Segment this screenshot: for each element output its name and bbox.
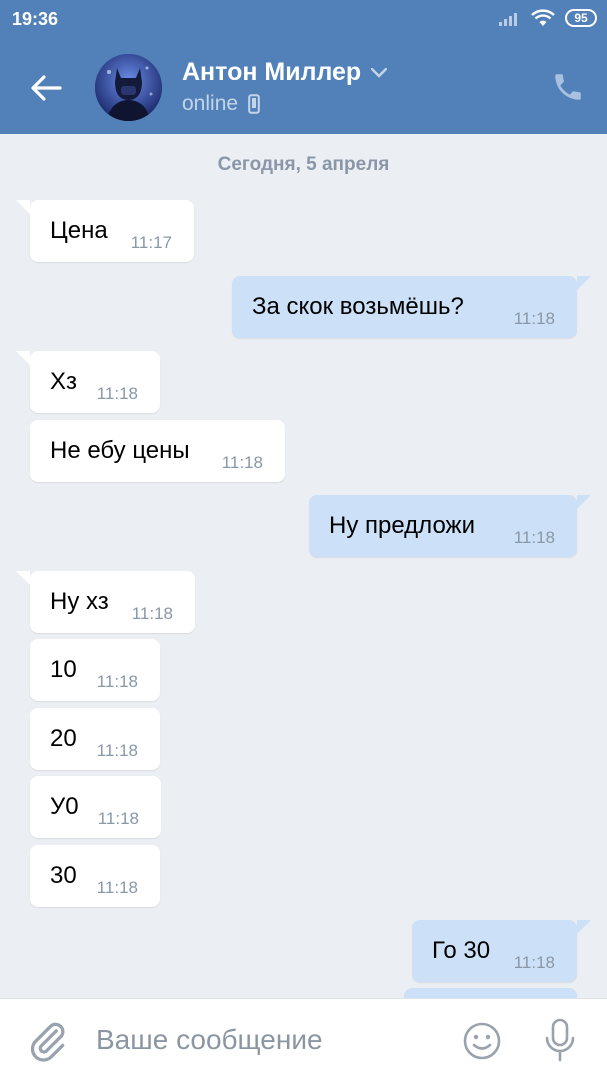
- message-text: Ну предложи: [329, 512, 475, 539]
- attach-button[interactable]: [26, 1019, 70, 1063]
- message-time: 11:18: [513, 953, 555, 972]
- message-time: 11:18: [96, 384, 138, 403]
- message-outgoing[interactable]: За скок возьмёшь? 11:18: [232, 276, 591, 338]
- message-incoming[interactable]: Цена 11:17: [16, 200, 194, 262]
- message-text: Цена: [50, 217, 108, 244]
- message-incoming[interactable]: 20 11:18: [30, 708, 160, 770]
- status-icons: 95: [499, 9, 597, 27]
- back-arrow-icon: [31, 75, 62, 101]
- message-time: 11:18: [96, 741, 138, 760]
- chat-header: Антон Миллер online: [0, 40, 607, 134]
- message-text: 10: [50, 656, 77, 683]
- message-text: За скок возьмёшь?: [252, 293, 464, 320]
- phone-icon: [555, 74, 581, 100]
- message-text: 20: [50, 725, 77, 752]
- message-time: 11:18: [221, 453, 263, 472]
- message-text: Хз: [50, 368, 78, 395]
- message-text: 30: [50, 862, 77, 889]
- message-incoming[interactable]: 10 11:18: [30, 639, 160, 701]
- emoji-button[interactable]: [462, 1021, 502, 1061]
- online-status: online: [182, 92, 239, 115]
- message-time: 11:18: [131, 604, 173, 623]
- message-outgoing-partial[interactable]: [404, 988, 577, 998]
- avatar[interactable]: [95, 54, 162, 121]
- message-time: 11:18: [513, 309, 555, 328]
- message-input-bar: [0, 998, 607, 1080]
- paperclip-icon: [30, 1022, 65, 1062]
- message-incoming[interactable]: Ну хз 11:18: [16, 571, 195, 633]
- chevron-down-icon: [371, 67, 388, 78]
- message-outgoing[interactable]: Го 30 11:18: [412, 920, 591, 982]
- wifi-icon: [531, 9, 555, 26]
- status-bar: 19:36 95: [0, 0, 607, 40]
- message-incoming[interactable]: Хз 11:18: [16, 351, 160, 413]
- call-button[interactable]: [551, 70, 585, 104]
- status-time: 19:36: [12, 9, 59, 29]
- message-text: Не ебу цены: [50, 437, 190, 464]
- contact-name: Антон Миллер: [182, 58, 362, 86]
- battery-icon: 95: [565, 9, 597, 27]
- message-list[interactable]: Сегодня, 5 апреля Цена 11:17 За скок воз…: [0, 134, 607, 998]
- message-text: У0: [50, 793, 79, 820]
- message-incoming[interactable]: 30 11:18: [30, 845, 160, 907]
- message-time: 11:18: [97, 809, 139, 828]
- contact-status: online: [182, 92, 260, 116]
- message-incoming[interactable]: Не ебу цены 11:18: [30, 420, 285, 482]
- message-text: Го 30: [432, 937, 491, 964]
- message-time: 11:18: [513, 528, 555, 547]
- date-separator: Сегодня, 5 апреля: [217, 154, 390, 175]
- microphone-icon: [545, 1018, 575, 1062]
- message-time: 11:17: [130, 233, 172, 252]
- message-incoming[interactable]: У0 11:18: [30, 776, 161, 838]
- contact-name-button[interactable]: Антон Миллер: [182, 58, 388, 87]
- voice-record-button[interactable]: [542, 1017, 578, 1063]
- message-text: Ну хз: [50, 588, 109, 615]
- message-time: 11:18: [96, 672, 138, 691]
- message-outgoing[interactable]: Ну предложи 11:18: [309, 495, 591, 557]
- message-input[interactable]: [96, 1017, 436, 1063]
- message-time: 11:18: [96, 878, 138, 897]
- back-button[interactable]: [26, 68, 66, 108]
- signal-icon: [499, 13, 517, 26]
- mobile-device-icon: [248, 94, 260, 114]
- smiley-icon: [463, 1022, 501, 1060]
